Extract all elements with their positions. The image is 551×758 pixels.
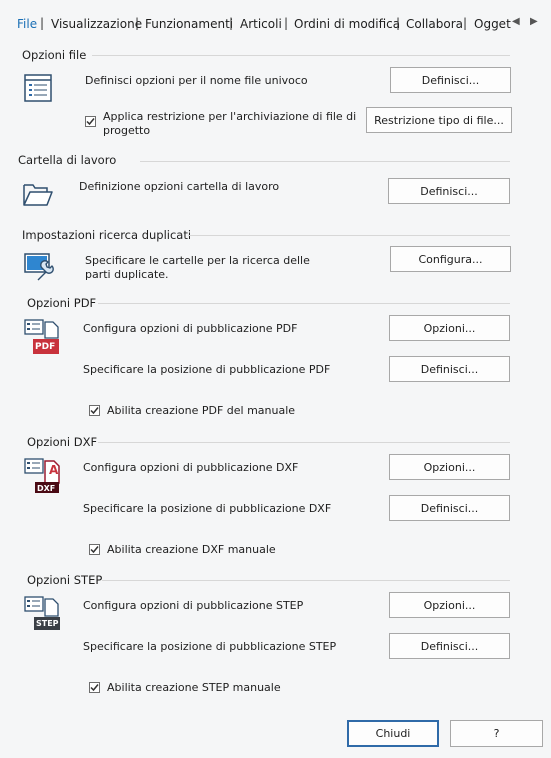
- folder-icon: [23, 184, 53, 206]
- define-unique-name-button[interactable]: Definisci...: [390, 67, 511, 93]
- pdf-options-button[interactable]: Opzioni...: [389, 315, 510, 341]
- step-location-label: Specificare la posizione di pubblicazion…: [83, 640, 337, 653]
- tab-separator: |: [229, 16, 234, 30]
- dxf-define-button[interactable]: Definisci...: [389, 495, 510, 521]
- define-work-folder-button[interactable]: Definisci...: [388, 178, 510, 204]
- tab-visualizzazione[interactable]: Visualizzazione: [51, 17, 142, 31]
- checkmark-icon: [90, 407, 99, 415]
- step-enable-checkbox[interactable]: [89, 682, 100, 693]
- section-divider: [102, 580, 510, 581]
- pdf-config-label: Configura opzioni di pubblicazione PDF: [83, 322, 298, 335]
- section-title-ricerca-duplicati: Impostazioni ricerca duplicati: [22, 228, 192, 242]
- duplicate-folders-label: Specificare le cartelle per la ricerca d…: [85, 254, 310, 281]
- section-divider: [98, 303, 510, 304]
- pdf-enable-checkbox[interactable]: [89, 405, 100, 416]
- dxf-enable-checkbox[interactable]: [89, 544, 100, 555]
- step-enable-label: Abilita creazione STEP manuale: [107, 681, 281, 694]
- tab-separator: |: [135, 16, 140, 30]
- configure-duplicates-button[interactable]: Configura...: [390, 246, 511, 272]
- tab-file[interactable]: File: [17, 17, 37, 31]
- tab-oggetti[interactable]: Ogget: [474, 17, 511, 31]
- section-divider: [98, 442, 510, 443]
- step-config-label: Configura opzioni di pubblicazione STEP: [83, 599, 304, 612]
- tab-collabora[interactable]: Collabora: [406, 17, 463, 31]
- checkmark-icon: [86, 118, 95, 126]
- tab-separator: |: [40, 16, 45, 30]
- section-divider: [140, 161, 510, 162]
- step-define-button[interactable]: Definisci...: [389, 633, 510, 659]
- tab-separator: |: [396, 16, 401, 30]
- pdf-badge-text: PDF: [35, 342, 56, 352]
- dxf-badge-letter: A: [49, 463, 59, 477]
- checkmark-icon: [90, 684, 99, 692]
- help-button[interactable]: ?: [450, 720, 543, 747]
- dxf-enable-label: Abilita creazione DXF manuale: [107, 543, 276, 556]
- section-title-opzioni-pdf: Opzioni PDF: [27, 296, 97, 310]
- work-folder-label: Definizione opzioni cartella di lavoro: [79, 180, 280, 193]
- options-list-icon: [24, 74, 52, 102]
- pdf-location-label: Specificare la posizione di pubblicazion…: [83, 363, 331, 376]
- section-title-opzioni-dxf: Opzioni DXF: [27, 435, 98, 449]
- pdf-enable-label: Abilita creazione PDF del manuale: [107, 404, 296, 417]
- unique-name-label: Definisci opzioni per il nome file univo…: [85, 74, 308, 87]
- section-title-opzioni-step: Opzioni STEP: [27, 573, 103, 587]
- step-options-button[interactable]: Opzioni...: [389, 592, 510, 618]
- restriction-label: Applica restrizione per l'archiviazione …: [103, 110, 357, 137]
- restrict-file-type-button[interactable]: Restrizione tipo di file...: [366, 107, 512, 133]
- tab-separator: |: [284, 16, 289, 30]
- tab-funzionamenti[interactable]: Funzionamenti: [145, 17, 233, 31]
- section-divider: [92, 55, 510, 56]
- tab-scroll-left-icon[interactable]: ◀: [512, 16, 520, 27]
- dxf-options-button[interactable]: Opzioni...: [389, 454, 510, 480]
- dxf-badge-text: DXF: [37, 484, 56, 493]
- section-title-opzioni-file: Opzioni file: [22, 48, 87, 62]
- section-title-cartella-di-lavoro: Cartella di lavoro: [18, 153, 117, 167]
- restriction-checkbox[interactable]: [85, 116, 96, 127]
- dxf-location-label: Specificare la posizione di pubblicazion…: [83, 502, 332, 515]
- dxf-config-label: Configura opzioni di pubblicazione DXF: [83, 461, 299, 474]
- tab-bar: File | Visualizzazione | Funzionamenti |…: [0, 0, 551, 48]
- close-button[interactable]: Chiudi: [347, 720, 439, 747]
- tab-articoli[interactable]: Articoli: [240, 17, 282, 31]
- section-divider: [188, 235, 510, 236]
- pdf-define-button[interactable]: Definisci...: [389, 356, 510, 382]
- duplicate-search-settings-icon: [24, 253, 54, 281]
- step-badge-text: STEP: [36, 619, 59, 628]
- tab-ordini-di-modifica[interactable]: Ordini di modifica: [294, 17, 400, 31]
- tab-scroll-right-icon[interactable]: ▶: [530, 16, 538, 27]
- tab-separator: |: [463, 16, 468, 30]
- checkmark-icon: [90, 546, 99, 554]
